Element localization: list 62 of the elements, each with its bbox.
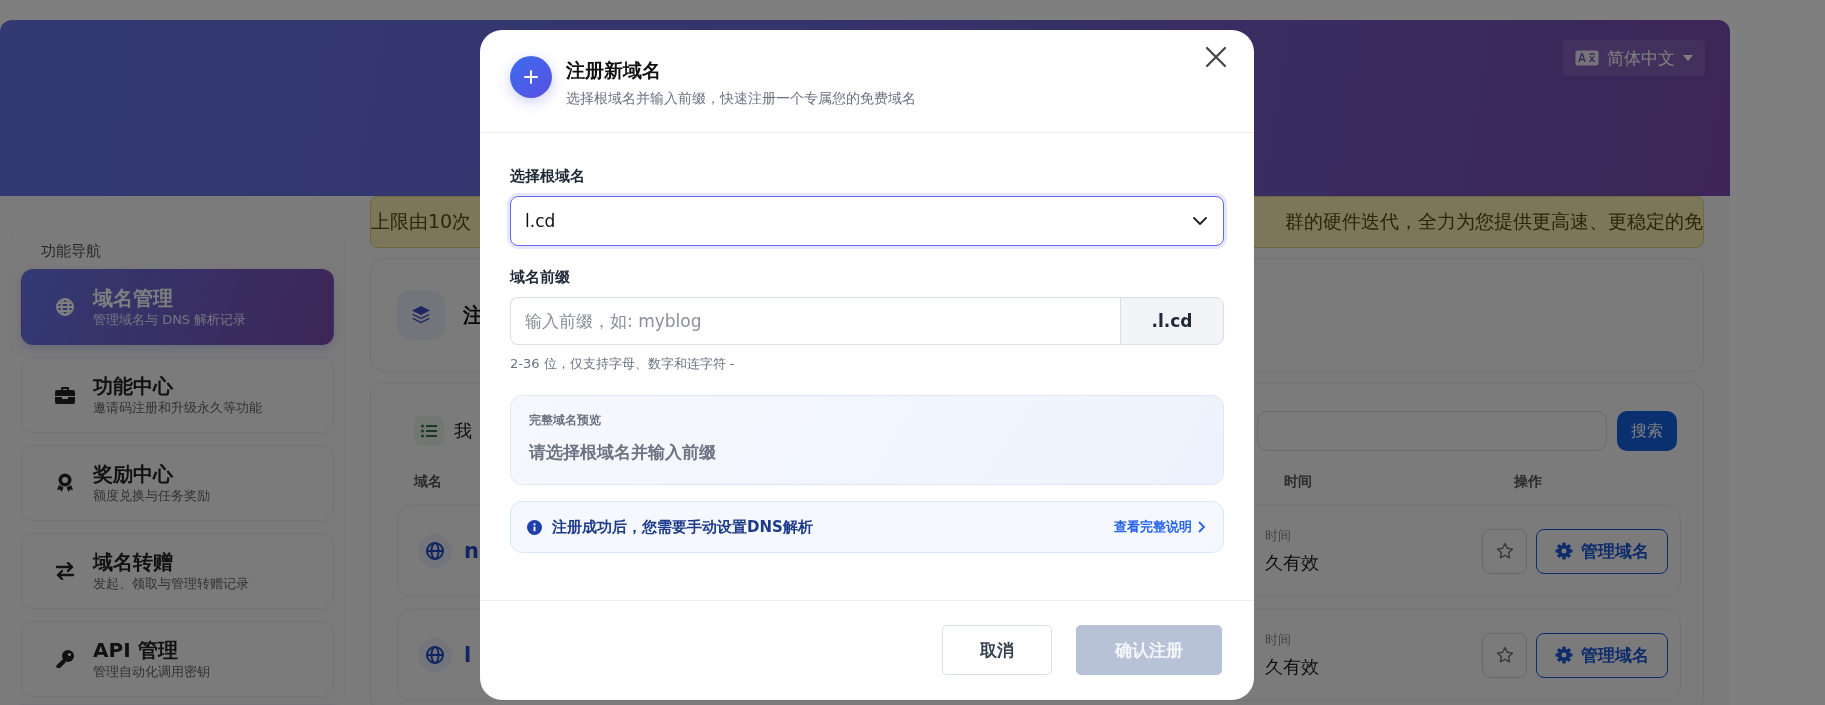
- caret-icon: [1683, 55, 1693, 61]
- star-icon: [1495, 646, 1514, 664]
- favorite-button[interactable]: [1482, 528, 1527, 574]
- card-title: 我: [454, 419, 472, 443]
- close-button[interactable]: [1204, 46, 1228, 70]
- dialog-title: 注册新域名: [566, 58, 662, 83]
- notice-text: 群的硬件迭代，全力为您提供更高速、更稳定的免: [1285, 209, 1703, 234]
- expiry-value: 久有效: [1265, 655, 1319, 679]
- field-hint: 2-36 位，仅支持字母、数字和连字符 -: [510, 355, 736, 373]
- column-header: 时间: [1284, 473, 1312, 489]
- root-domain-select[interactable]: l.cd: [510, 196, 1224, 246]
- list-icon: [414, 416, 444, 446]
- add-icon: [510, 56, 552, 98]
- star-icon: [1495, 542, 1514, 560]
- field-label: 域名前缀: [510, 268, 571, 287]
- globe-icon: [418, 534, 452, 568]
- nav-item-title: 奖励中心: [93, 461, 174, 487]
- nav-item[interactable]: 域名转赠 发起、领取与管理转赠记录: [21, 533, 334, 609]
- nav-item-title: API 管理: [93, 637, 179, 663]
- nav-item[interactable]: API 管理 管理自动化调用密钥: [21, 621, 334, 697]
- nav-item-title: 域名管理: [93, 285, 174, 311]
- award-icon: [57, 473, 73, 493]
- close-icon: [1205, 46, 1227, 68]
- key-icon: [55, 649, 75, 669]
- nav-item[interactable]: 功能中心 邀请码注册和升级永久等功能: [21, 357, 334, 433]
- cancel-button[interactable]: 取消: [942, 625, 1052, 675]
- dialog-subtitle: 选择根域名并输入前缀，快速注册一个专属您的免费域名: [566, 90, 916, 108]
- nav-item-subtitle: 额度兑换与任务奖励: [93, 486, 210, 505]
- notice-text: 上限由10次: [371, 209, 472, 234]
- guide-link[interactable]: 查看完整说明: [1114, 518, 1205, 536]
- toolbox-icon: [55, 386, 75, 404]
- sidebar-title: 功能导航: [41, 242, 102, 261]
- arrows-icon: [55, 562, 75, 580]
- nav-item-title: 功能中心: [93, 373, 174, 399]
- nav-item-subtitle: 邀请码注册和升级永久等功能: [93, 398, 262, 417]
- info-text: 注册成功后，您需要手动设置DNS解析: [552, 517, 813, 537]
- chevron-right-icon: [1198, 521, 1205, 533]
- favorite-button[interactable]: [1482, 632, 1527, 678]
- globe-icon: [418, 638, 452, 672]
- prefix-input-field[interactable]: 输入前缀，如: myblog: [510, 297, 1120, 345]
- nav-item-title: 域名转赠: [93, 549, 174, 575]
- field-label: 选择根域名: [510, 167, 586, 186]
- preview-text: 请选择根域名并输入前缀: [529, 441, 717, 464]
- preview-label: 完整域名预览: [529, 412, 602, 429]
- domain-name[interactable]: n: [464, 539, 479, 563]
- chevron-down-icon: [1193, 217, 1207, 225]
- search-button[interactable]: 搜索: [1617, 411, 1677, 451]
- nav-item-subtitle: 发起、领取与管理转赠记录: [93, 574, 249, 593]
- column-header: 域名: [414, 473, 442, 489]
- column-header: 操作: [1514, 473, 1542, 489]
- manage-domain-button[interactable]: 管理域名: [1536, 528, 1668, 574]
- info-icon: [527, 519, 542, 535]
- gear-icon: [1555, 646, 1573, 664]
- translate-icon: [1575, 50, 1599, 66]
- expiry-value: 久有效: [1265, 551, 1319, 575]
- nav-item[interactable]: 奖励中心 额度兑换与任务奖励: [21, 445, 334, 521]
- layers-icon: [397, 290, 445, 340]
- gear-icon: [1555, 542, 1573, 560]
- manage-domain-button[interactable]: 管理域名: [1536, 632, 1668, 678]
- domain-suffix: .l.cd: [1120, 297, 1224, 345]
- domain-name[interactable]: l: [464, 643, 472, 667]
- nav-item-subtitle: 管理自动化调用密钥: [93, 662, 210, 681]
